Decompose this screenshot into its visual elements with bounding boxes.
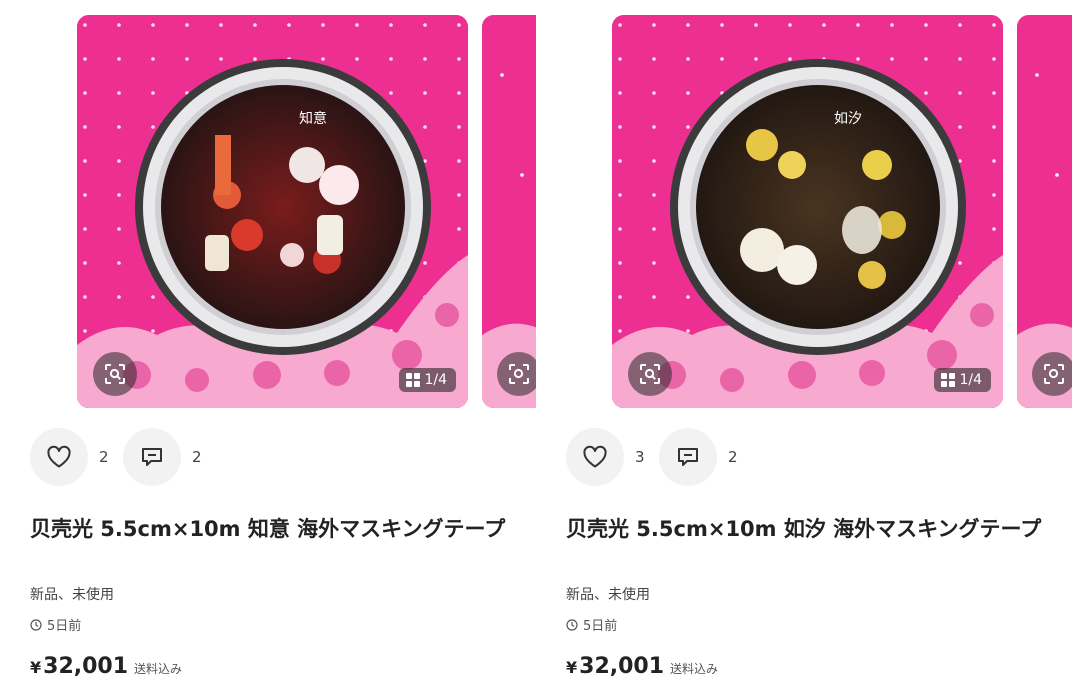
svg-text:知意: 知意	[299, 110, 327, 127]
currency-symbol: ¥	[30, 658, 42, 677]
image-carousel[interactable]: 知意 1/4	[77, 15, 536, 408]
visual-search-button[interactable]	[628, 352, 672, 396]
product-title[interactable]: 贝壳光 5.5cm×10m 如汐 海外マスキングテープ	[566, 514, 1046, 544]
image-counter: 1/4	[399, 368, 456, 392]
engagement-bar: 3 2	[566, 428, 752, 486]
visual-search-button[interactable]	[93, 352, 137, 396]
clock-icon	[566, 618, 578, 631]
product-card-2[interactable]: 如汐 1/4 3 2 贝壳光 5.5cm×10m 如汐 海外マスキングテープ 新…	[536, 0, 1072, 696]
product-card-1[interactable]: 知意 1/4 2 2 贝壳光 5.5cm×10m 知意 海外マスキングテープ 新…	[0, 0, 536, 696]
svg-text:如汐: 如汐	[834, 111, 862, 127]
clock-icon	[30, 618, 42, 631]
shipping-included-label: 送料込み	[134, 662, 183, 676]
engagement-bar: 2 2	[30, 428, 216, 486]
item-condition: 新品、未使用	[30, 587, 114, 603]
price: ¥ 32,001 送料込み	[566, 654, 718, 679]
scan-search-icon	[509, 364, 529, 384]
like-count: 2	[99, 448, 109, 466]
comment-icon	[678, 448, 698, 466]
like-button[interactable]	[30, 428, 88, 486]
image-counter: 1/4	[934, 368, 991, 392]
tape-roll-image: 如汐	[612, 15, 1003, 408]
image-carousel[interactable]: 如汐 1/4	[612, 15, 1072, 408]
visual-search-button[interactable]	[497, 352, 536, 396]
currency-symbol: ¥	[566, 658, 578, 677]
price-amount: 32,001	[43, 654, 129, 679]
heart-icon	[583, 445, 607, 468]
product-photo[interactable]: 如汐 1/4	[612, 15, 1003, 408]
price-amount: 32,001	[579, 654, 665, 679]
price: ¥ 32,001 送料込み	[30, 654, 182, 679]
visual-search-button[interactable]	[1032, 352, 1072, 396]
scan-search-icon	[1044, 364, 1064, 384]
shipping-included-label: 送料込み	[670, 662, 719, 676]
item-condition: 新品、未使用	[566, 587, 650, 603]
tape-roll-image: 知意	[77, 15, 468, 408]
comment-count: 2	[192, 448, 202, 466]
comment-count: 2	[728, 448, 738, 466]
comment-icon	[142, 448, 162, 466]
next-photo-peek[interactable]	[482, 15, 536, 408]
posted-time: 5日前	[566, 615, 617, 634]
heart-icon	[47, 445, 71, 468]
comment-button[interactable]	[659, 428, 717, 486]
grid-icon	[941, 373, 956, 387]
product-photo[interactable]: 知意 1/4	[77, 15, 468, 408]
scan-search-icon	[640, 364, 660, 384]
like-button[interactable]	[566, 428, 624, 486]
scan-search-icon	[105, 364, 125, 384]
product-title[interactable]: 贝壳光 5.5cm×10m 知意 海外マスキングテープ	[30, 514, 510, 544]
next-photo-peek[interactable]	[1017, 15, 1072, 408]
grid-icon	[406, 373, 421, 387]
like-count: 3	[635, 448, 645, 466]
posted-time: 5日前	[30, 615, 81, 634]
listing-grid: 知意 1/4 2 2 贝壳光 5.5cm×10m 知意 海外マスキングテープ 新…	[0, 0, 1080, 696]
comment-button[interactable]	[123, 428, 181, 486]
